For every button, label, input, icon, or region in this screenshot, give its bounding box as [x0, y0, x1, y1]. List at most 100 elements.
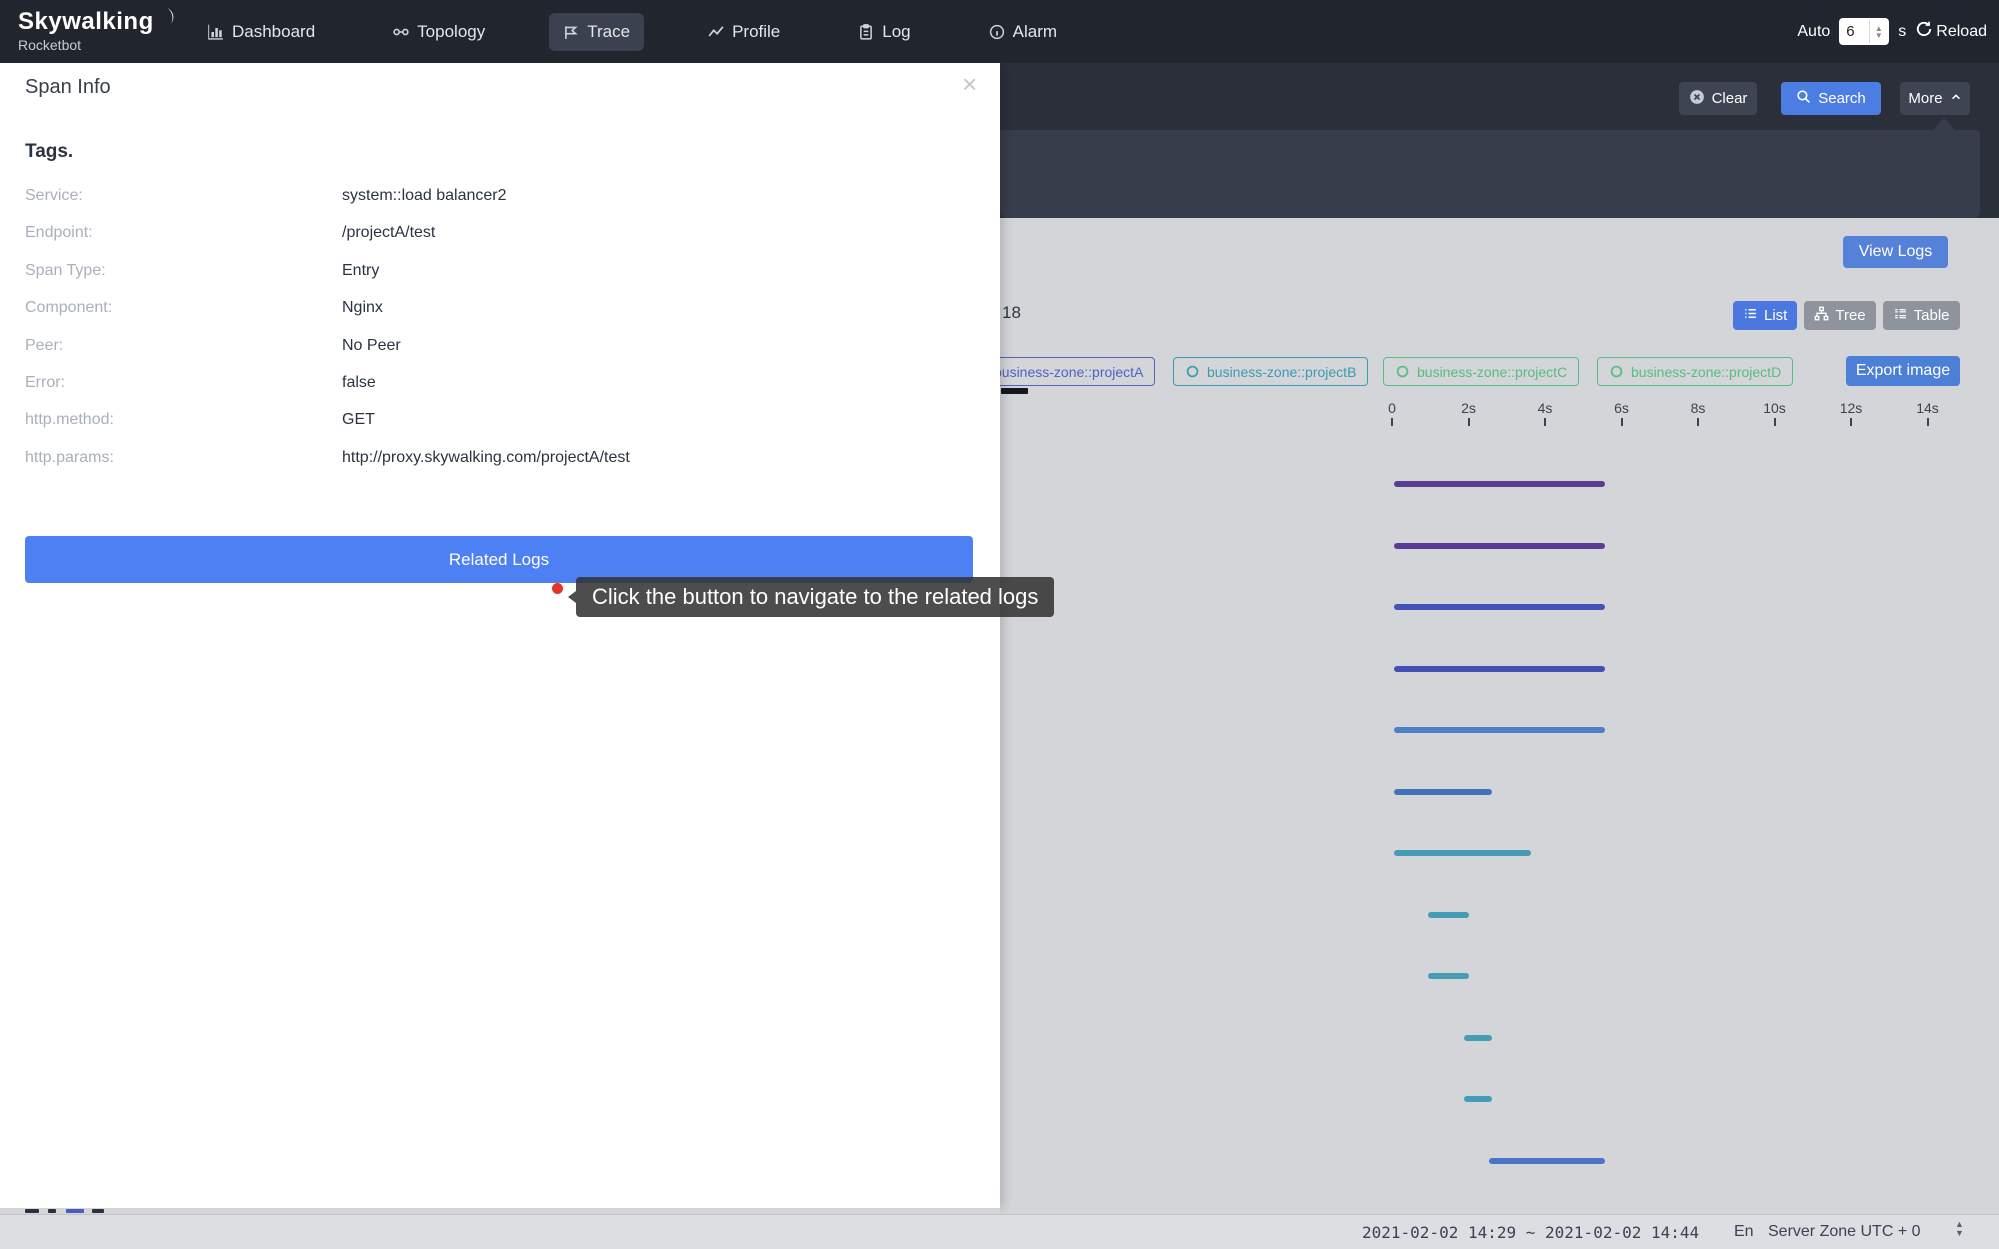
trace-span-bar[interactable]: [1464, 1096, 1492, 1102]
circle-icon: [1609, 364, 1624, 379]
mode-label: List: [1764, 307, 1787, 324]
tags-section-title: Tags.: [25, 141, 73, 163]
trace-span-bar[interactable]: [1428, 912, 1469, 918]
list-view-button[interactable]: List: [1733, 301, 1797, 330]
axis-tick-mark: [1850, 418, 1852, 426]
auto-label: Auto: [1797, 23, 1830, 41]
tag-field-row: Endpoint: /projectA/test: [0, 224, 1000, 246]
axis-tick-mark: [1697, 418, 1699, 426]
service-chip[interactable]: business-zone::projectB: [1173, 357, 1368, 386]
field-value: /projectA/test: [342, 224, 435, 242]
field-label: Span Type:: [25, 262, 106, 280]
axis-tick-mark: [1927, 418, 1929, 426]
field-label: Error:: [25, 374, 65, 392]
status-bar: 2021-02-02 14:29 ~ 2021-02-02 14:44 En S…: [0, 1214, 1999, 1249]
main-menu: Dashboard Topology Trace Profile Log Alarm: [194, 0, 1071, 63]
dashboard-icon: [208, 24, 224, 40]
nav-item-label: Trace: [587, 22, 630, 42]
skywalking-app: Clear Search More 18 View Logs ListTreeT…: [0, 0, 1999, 1249]
service-chip[interactable]: business-zone::projectD: [1597, 357, 1793, 386]
clear-button[interactable]: Clear: [1679, 82, 1757, 115]
span-info-panel: Span Info × Tags. Service: system::load b…: [0, 63, 1000, 1208]
field-label: Endpoint:: [25, 224, 93, 242]
trace-span-bar[interactable]: [1394, 543, 1605, 549]
trace-span-bar[interactable]: [1394, 727, 1605, 733]
axis-tick-label: 12s: [1836, 400, 1866, 416]
trace-span-bar[interactable]: [1394, 666, 1605, 672]
nav-item-label: Profile: [732, 22, 780, 42]
nav-item-alarm[interactable]: Alarm: [975, 13, 1071, 51]
field-label: Service:: [25, 187, 83, 205]
related-logs-button[interactable]: Related Logs: [25, 536, 973, 583]
axis-tick-label: 8s: [1683, 400, 1713, 416]
nav-item-profile[interactable]: Profile: [694, 13, 794, 51]
axis-tick-label: 10s: [1760, 400, 1790, 416]
view-mode-toggle: List Tree Table: [1733, 301, 1960, 330]
reload-icon: [1915, 20, 1933, 43]
axis-tick-label: 14s: [1913, 400, 1943, 416]
auto-interval-input[interactable]: 6 ▲▼: [1839, 18, 1889, 45]
trace-span-bar[interactable]: [1394, 789, 1492, 795]
chevron-up-icon: [1950, 90, 1962, 107]
crescent-logo-icon: [156, 7, 176, 36]
tag-field-row: http.method:GET: [0, 411, 1000, 433]
reload-button[interactable]: Reload: [1915, 20, 1987, 43]
view-logs-button[interactable]: View Logs: [1843, 236, 1948, 268]
alarm-icon: [989, 24, 1005, 40]
circle-icon: [1395, 364, 1410, 379]
nav-item-dashboard[interactable]: Dashboard: [194, 13, 329, 51]
tooltip-arrow: [568, 591, 576, 603]
nav-item-log[interactable]: Log: [844, 13, 924, 51]
server-zone-label: Server Zone UTC + 0: [1768, 1223, 1921, 1241]
trace-span-bar[interactable]: [1394, 481, 1605, 487]
more-button[interactable]: More: [1900, 82, 1970, 115]
export-image-button[interactable]: Export image: [1846, 356, 1960, 386]
trace-detail-area: 18 View Logs ListTreeTable business-zone…: [1000, 218, 1999, 1214]
field-label: http.params:: [25, 449, 114, 467]
axis-tick-mark: [1468, 418, 1470, 426]
circle-icon: [1185, 364, 1200, 379]
trace-span-bar[interactable]: [1464, 1035, 1492, 1041]
panel-title: Span Info: [25, 76, 111, 99]
axis-tick-mark: [1621, 418, 1623, 426]
list-icon: [1743, 306, 1758, 325]
auto-reload-controls: Auto 6 ▲▼ s Reload: [1797, 0, 1987, 63]
field-label: http.method:: [25, 411, 114, 429]
auto-interval-value: 6: [1839, 23, 1869, 40]
more-panel-notch: [1933, 118, 1955, 130]
nav-item-topology[interactable]: Topology: [379, 13, 499, 51]
reload-label: Reload: [1936, 23, 1987, 41]
tag-field-row: Span Type:Entry: [0, 262, 1000, 284]
field-value: Nginx: [342, 299, 383, 317]
field-value: No Peer: [342, 337, 401, 355]
nav-item-trace[interactable]: Trace: [549, 13, 644, 51]
trace-span-bar[interactable]: [1489, 1158, 1605, 1164]
axis-tick-label: 6s: [1607, 400, 1637, 416]
interval-stepper[interactable]: ▲▼: [1869, 20, 1887, 43]
close-icon[interactable]: ×: [962, 71, 977, 97]
related-logs-tooltip: Click the button to navigate to the rela…: [576, 577, 1054, 617]
service-chip[interactable]: business-zone::projectA: [982, 357, 1155, 386]
field-value: system::load balancer2: [342, 187, 507, 205]
search-button[interactable]: Search: [1781, 82, 1881, 115]
tree-view-button[interactable]: Tree: [1804, 301, 1875, 330]
service-chip[interactable]: business-zone::projectC: [1383, 357, 1579, 386]
trace-span-bar[interactable]: [1394, 604, 1605, 610]
time-range-display[interactable]: 2021-02-02 14:29 ~ 2021-02-02 14:44: [1362, 1223, 1699, 1242]
axis-tick-mark: [1774, 418, 1776, 426]
more-options-panel: [1000, 130, 1980, 218]
nav-item-label: Log: [882, 22, 910, 42]
logo-subtitle: Rocketbot: [18, 37, 176, 53]
trace-span-bar[interactable]: [1394, 850, 1531, 856]
top-nav: Skywalking Rocketbot Dashboard Topology Tr…: [0, 0, 1999, 63]
profile-icon: [708, 24, 724, 40]
nav-item-label: Topology: [417, 22, 485, 42]
table-view-button[interactable]: Table: [1883, 301, 1960, 330]
language-selector[interactable]: En: [1734, 1223, 1754, 1241]
zone-stepper[interactable]: ▲▼: [1955, 1220, 1964, 1238]
trace-span-bar[interactable]: [1428, 973, 1469, 979]
table-icon: [1893, 306, 1908, 325]
app-logo[interactable]: Skywalking Rocketbot: [18, 7, 176, 53]
tooltip-text: Click the button to navigate to the rela…: [592, 584, 1038, 609]
mode-label: Tree: [1835, 307, 1865, 324]
